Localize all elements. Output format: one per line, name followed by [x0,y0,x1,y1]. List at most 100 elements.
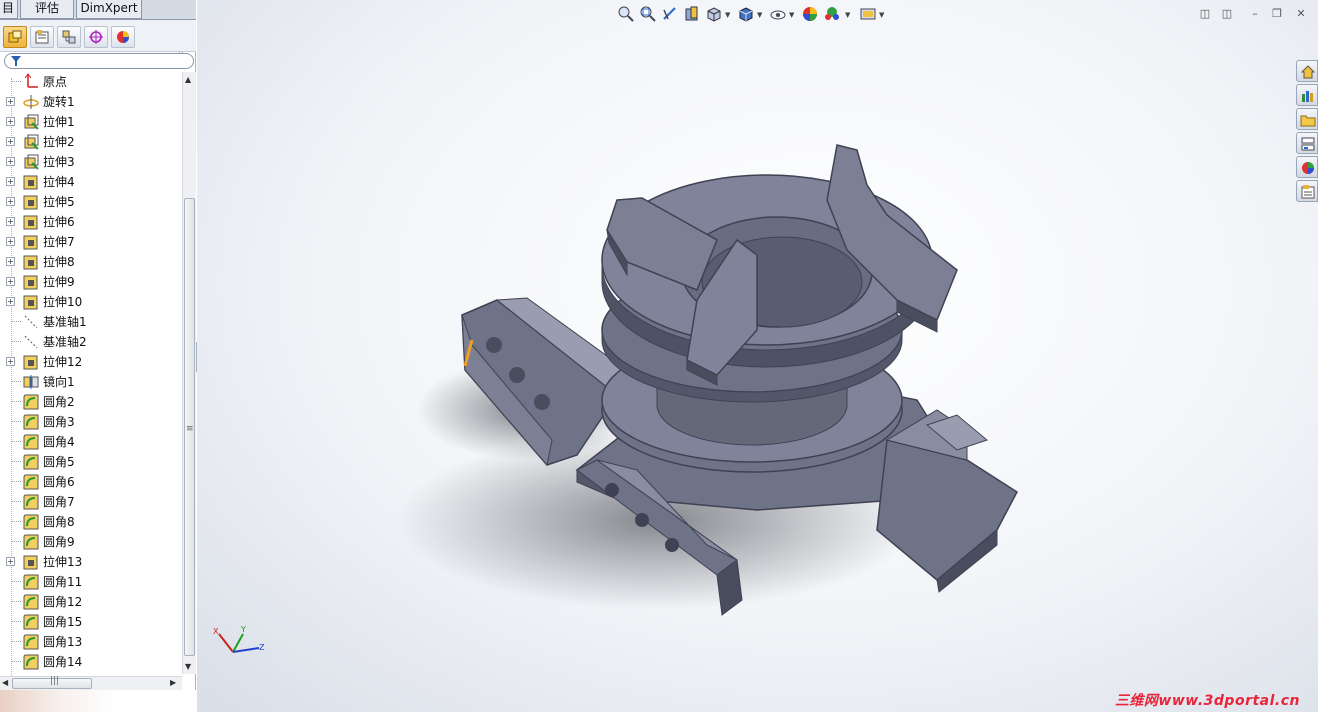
tree-item[interactable]: + 拉伸1 [0,112,182,132]
expand-toggle-icon[interactable]: + [6,217,15,226]
tile-horizontal-icon[interactable]: ◫ [1198,7,1212,21]
display-style-icon[interactable] [737,5,755,23]
tree-filter-input[interactable] [4,53,194,69]
previous-view-icon[interactable] [661,5,679,23]
feature-manager-panel: 目 评估 DimXpert » 原点 + 旋转1 + 拉伸1 + 拉伸2 + 拉伸3 + 拉伸4 + 拉… [0,0,196,712]
fillet-icon [22,513,40,531]
revolve-icon [22,93,40,111]
tree-item[interactable]: 圆角11 [0,572,182,592]
task-pane-design-library[interactable] [1296,84,1318,106]
expand-toggle-icon[interactable]: + [6,197,15,206]
feature-tree: 原点 + 旋转1 + 拉伸1 + 拉伸2 + 拉伸3 + 拉伸4 + 拉伸5 + 拉伸6 + 拉伸7 + 拉伸8 + 拉… [0,72,182,674]
dimxpert-manager-button[interactable] [84,26,108,48]
expand-toggle-icon[interactable]: + [6,117,15,126]
scroll-right-icon[interactable]: ▶ [170,678,176,687]
tree-item-label: 圆角12 [43,595,83,609]
feature-manager-button[interactable] [3,26,27,48]
restore-button[interactable]: ❐ [1270,7,1284,21]
tree-item[interactable]: 圆角14 [0,652,182,672]
tree-item[interactable]: 圆角9 [0,532,182,552]
tree-item[interactable]: 圆角7 [0,492,182,512]
scroll-up-icon[interactable]: ▲ [185,75,191,84]
task-pane-resources[interactable] [1296,60,1318,82]
section-view-icon[interactable] [683,5,701,23]
tree-item[interactable]: 圆角2 [0,392,182,412]
task-pane-appearances[interactable] [1296,156,1318,178]
panel-footer [0,690,196,712]
cut-extrude-icon [22,273,40,291]
expand-toggle-icon[interactable]: + [6,237,15,246]
expand-toggle-icon[interactable]: + [6,357,15,366]
tree-item[interactable]: + 拉伸9 [0,272,182,292]
graphics-area[interactable]: ▼ ▼ ▼ ▼ ▼ ◫ ◫ – ❐ ✕ X Y Z 三维网www.3dporta… [197,0,1318,712]
tab-evaluate[interactable]: 评估 [20,0,74,19]
tree-item-label: 镜向1 [43,375,75,389]
cut-extrude-icon [22,233,40,251]
apply-scene-icon[interactable] [823,5,841,23]
cut-extrude-icon [22,213,40,231]
tree-item[interactable]: 圆角4 [0,432,182,452]
extrude-icon [22,153,40,171]
expand-toggle-icon[interactable]: + [6,557,15,566]
expand-toggle-icon[interactable]: + [6,257,15,266]
extrude-icon [22,113,40,131]
tree-item[interactable]: + 拉伸12 [0,352,182,372]
task-pane-custom-properties[interactable] [1296,180,1318,202]
cut-extrude-icon [22,353,40,371]
configuration-manager-button[interactable] [57,26,81,48]
manager-toolbar: » [0,20,196,63]
cut-extrude-icon [22,293,40,311]
expand-toggle-icon[interactable]: + [6,297,15,306]
tree-item[interactable]: 圆角15 [0,612,182,632]
tree-item[interactable]: + 拉伸6 [0,212,182,232]
hide-show-items-icon[interactable] [769,5,787,23]
scroll-down-icon[interactable]: ▼ [185,662,191,671]
tree-item[interactable]: + 拉伸4 [0,172,182,192]
command-manager-tabs: 目 评估 DimXpert [0,0,196,20]
tree-item[interactable]: 原点 [0,72,182,92]
scroll-left-icon[interactable]: ◀ [2,678,8,687]
tree-item[interactable]: 基准轴2 [0,332,182,352]
expand-toggle-icon[interactable]: + [6,137,15,146]
tree-item[interactable]: + 拉伸10 [0,292,182,312]
close-button[interactable]: ✕ [1294,7,1308,21]
tree-item-label: 拉伸12 [43,355,83,369]
tree-item[interactable]: + 拉伸2 [0,132,182,152]
view-settings-icon[interactable] [859,5,877,23]
task-pane-file-explorer[interactable] [1296,108,1318,130]
tree-item[interactable]: 圆角8 [0,512,182,532]
view-orientation-icon[interactable] [705,5,723,23]
tree-item[interactable]: 圆角3 [0,412,182,432]
edit-appearance-icon[interactable] [801,5,819,23]
display-manager-button[interactable] [111,26,135,48]
tree-item-label: 拉伸10 [43,295,83,309]
zoom-area-icon[interactable] [639,5,657,23]
tree-item[interactable]: 圆角5 [0,452,182,472]
tree-item[interactable]: 基准轴1 [0,312,182,332]
tab-features[interactable]: 目 [0,0,18,19]
tree-item[interactable]: + 拉伸3 [0,152,182,172]
tree-item[interactable]: + 旋转1 [0,92,182,112]
tree-item[interactable]: 圆角6 [0,472,182,492]
property-manager-button[interactable] [30,26,54,48]
tree-item[interactable]: + 拉伸13 [0,552,182,572]
expand-toggle-icon[interactable]: + [6,177,15,186]
minimize-button[interactable]: – [1248,7,1262,21]
bobbin-3d-model[interactable] [197,0,1318,712]
tab-dimxpert[interactable]: DimXpert [76,0,142,19]
expand-toggle-icon[interactable]: + [6,277,15,286]
expand-toggle-icon[interactable]: + [6,97,15,106]
tree-item[interactable]: + 拉伸8 [0,252,182,272]
tree-item[interactable]: + 拉伸7 [0,232,182,252]
tree-vertical-scrollbar[interactable]: ▲ ≡ ▼ [182,72,196,674]
tile-vertical-icon[interactable]: ◫ [1220,7,1234,21]
tree-item[interactable]: + 拉伸5 [0,192,182,212]
tree-horizontal-scrollbar[interactable]: ◀ ||| ▶ [0,676,182,690]
tree-item[interactable]: 镜向1 [0,372,182,392]
task-pane-view-palette[interactable] [1296,132,1318,154]
expand-toggle-icon[interactable]: + [6,157,15,166]
tree-item[interactable]: 圆角12 [0,592,182,612]
tree-item[interactable]: 圆角13 [0,632,182,652]
zoom-to-fit-icon[interactable] [617,5,635,23]
fillet-icon [22,593,40,611]
